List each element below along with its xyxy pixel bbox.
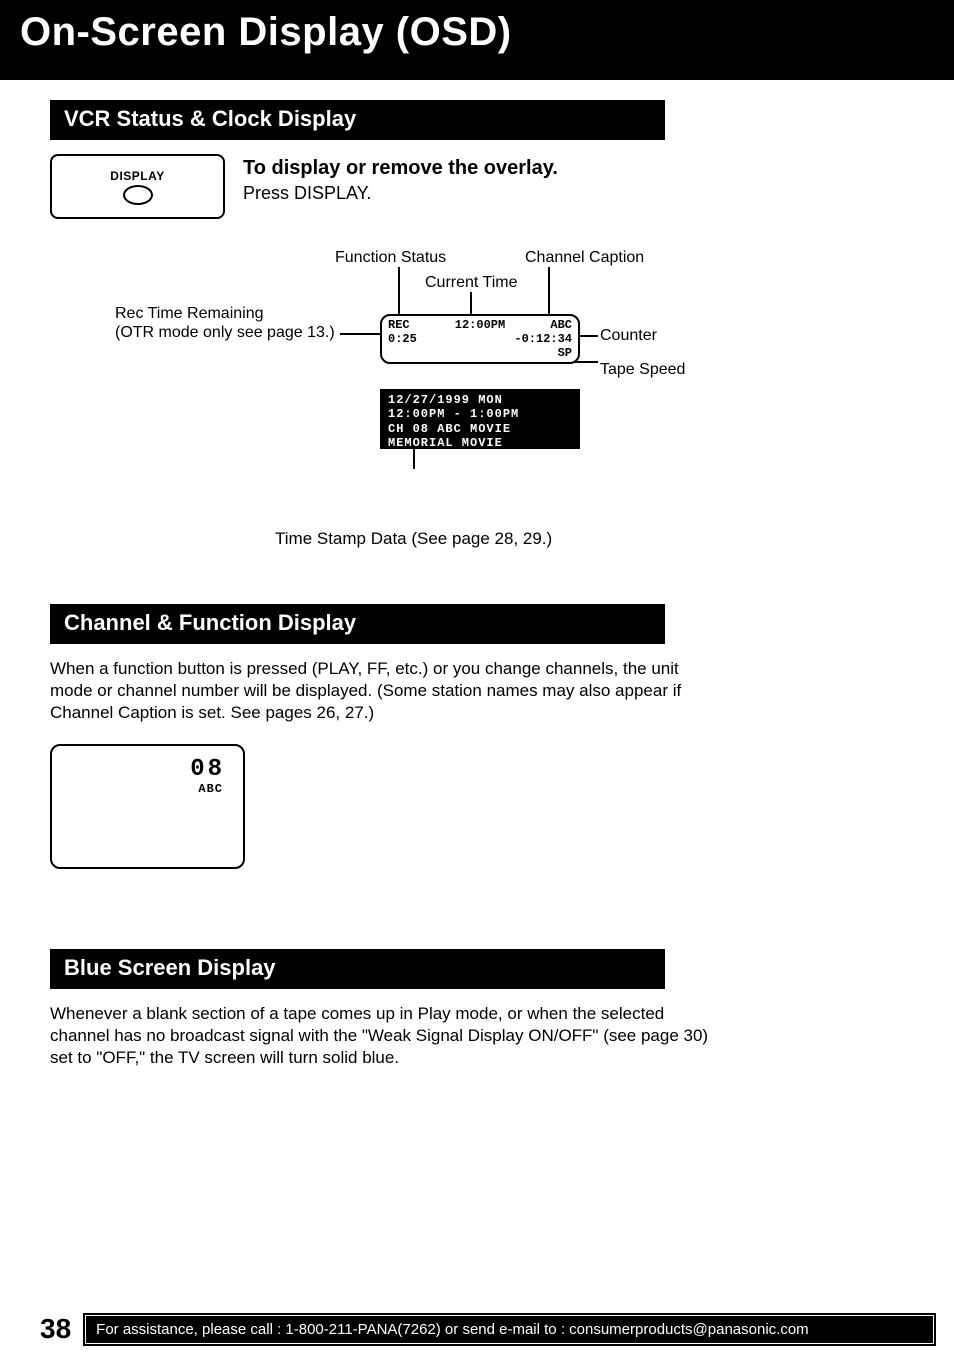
instruction-text: To display or remove the overlay. Press … — [243, 154, 558, 219]
channel-function-paragraph: When a function button is pressed (PLAY,… — [50, 658, 710, 724]
osd-rec: REC — [388, 319, 410, 333]
channel-caption: ABC — [198, 782, 223, 796]
label-function-status: Function Status — [335, 249, 446, 267]
osd-main-overlay: REC 12:00PM ABC 0:25 -0:12:34 SP — [380, 314, 580, 364]
footer-assistance-bar: For assistance, please call : 1-800-211-… — [85, 1315, 934, 1344]
page-footer: 38 For assistance, please call : 1-800-2… — [0, 1313, 954, 1345]
remote-display-button: DISPLAY — [50, 154, 225, 219]
blue-screen-paragraph: Whenever a blank section of a tape comes… — [50, 1003, 710, 1069]
label-current-time: Current Time — [425, 274, 517, 292]
stamp-line2: 12:00PM - 1:00PM — [388, 407, 572, 421]
label-rec-time-2: (OTR mode only see page 13.) — [115, 324, 335, 342]
osd-caption: ABC — [550, 319, 572, 333]
page-content: VCR Status & Clock Display DISPLAY To di… — [0, 80, 954, 1070]
remote-button-label: DISPLAY — [110, 169, 164, 183]
instruction-bold: To display or remove the overlay. — [243, 156, 558, 181]
stamp-line4: MEMORIAL MOVIE — [388, 436, 572, 450]
section-heading-channel-function: Channel & Function Display — [50, 604, 665, 644]
section-heading-vcr-status: VCR Status & Clock Display — [50, 100, 665, 140]
label-channel-caption: Channel Caption — [525, 249, 644, 267]
page-number: 38 — [40, 1313, 71, 1345]
osd-speed: SP — [558, 347, 572, 361]
osd-counter: -0:12:34 — [514, 333, 572, 347]
osd-rec-time: 0:25 — [388, 333, 417, 347]
osd-timestamp-overlay: 12/27/1999 MON 12:00PM - 1:00PM CH 08 AB… — [380, 389, 580, 449]
page-title: On-Screen Display (OSD) — [0, 0, 954, 80]
label-counter: Counter — [600, 327, 657, 345]
instruction-plain: Press DISPLAY. — [243, 183, 558, 204]
channel-number: 08 — [190, 756, 225, 783]
stamp-line3: CH 08 ABC MOVIE — [388, 422, 572, 436]
label-rec-time-1: Rec Time Remaining — [115, 305, 264, 323]
timestamp-caption: Time Stamp Data (See page 28, 29.) — [275, 529, 914, 549]
label-tape-speed: Tape Speed — [600, 361, 685, 379]
stamp-line1: 12/27/1999 MON — [388, 393, 572, 407]
osd-clock: 12:00PM — [455, 319, 505, 333]
osd-diagram: Function Status Current Time Channel Cap… — [80, 249, 780, 519]
oval-button-icon — [123, 185, 153, 205]
instruction-row: DISPLAY To display or remove the overlay… — [50, 154, 914, 219]
channel-display-screen: 08 ABC — [50, 744, 245, 869]
section-heading-blue-screen: Blue Screen Display — [50, 949, 665, 989]
